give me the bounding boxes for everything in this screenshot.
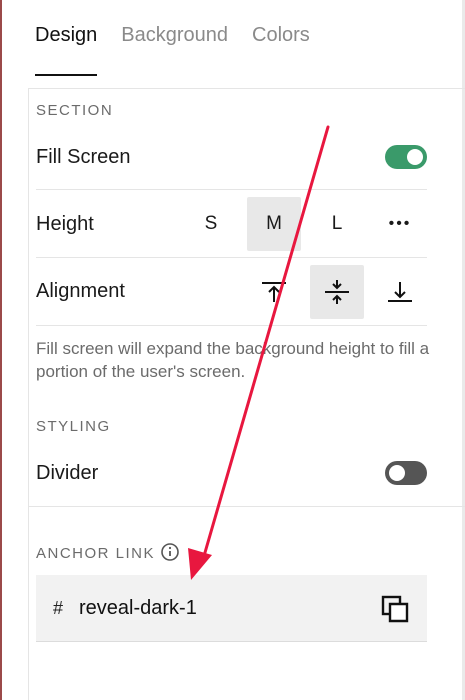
anchor-link-heading: ANCHOR LINK [36,543,179,562]
tab-bar: Design Background Colors [35,0,445,76]
fill-screen-toggle[interactable] [385,145,427,169]
tab-colors[interactable]: Colors [252,0,310,76]
height-option-l[interactable]: L [310,197,364,251]
window-edge [0,0,2,700]
align-top-button[interactable] [247,265,301,319]
align-bottom-icon [388,282,412,302]
toggle-knob [389,465,405,481]
anchor-link-field[interactable]: # reveal-dark-1 [36,575,427,642]
divider-label: Divider [36,462,99,484]
copy-icon[interactable] [381,595,409,623]
height-option-m[interactable]: M [247,197,301,251]
height-option-s[interactable]: S [184,197,238,251]
info-icon[interactable] [161,543,179,561]
align-middle-icon [325,280,349,304]
divider [36,257,427,258]
height-label: Height [36,213,94,235]
hash-prefix: # [53,597,64,618]
divider [36,189,427,190]
tab-background[interactable]: Background [121,0,228,76]
section-heading: SECTION [36,102,114,119]
anchor-link-heading-text: ANCHOR LINK [36,545,156,562]
design-panel: SECTION Fill Screen Height S M L ••• Ali… [28,89,465,700]
anchor-link-value[interactable]: reveal-dark-1 [79,597,197,620]
tab-design[interactable]: Design [35,0,98,76]
height-more-button[interactable]: ••• [373,197,427,251]
align-bottom-button[interactable] [373,265,427,319]
align-middle-button[interactable] [310,265,364,319]
divider [29,506,465,507]
alignment-label: Alignment [36,280,125,302]
divider [36,325,427,326]
fill-screen-label: Fill Screen [36,146,131,168]
divider-toggle[interactable] [385,461,427,485]
fill-screen-help-text: Fill screen will expand the background h… [36,339,430,381]
styling-heading: STYLING [36,418,111,435]
align-top-icon [262,282,286,302]
toggle-knob [407,149,423,165]
